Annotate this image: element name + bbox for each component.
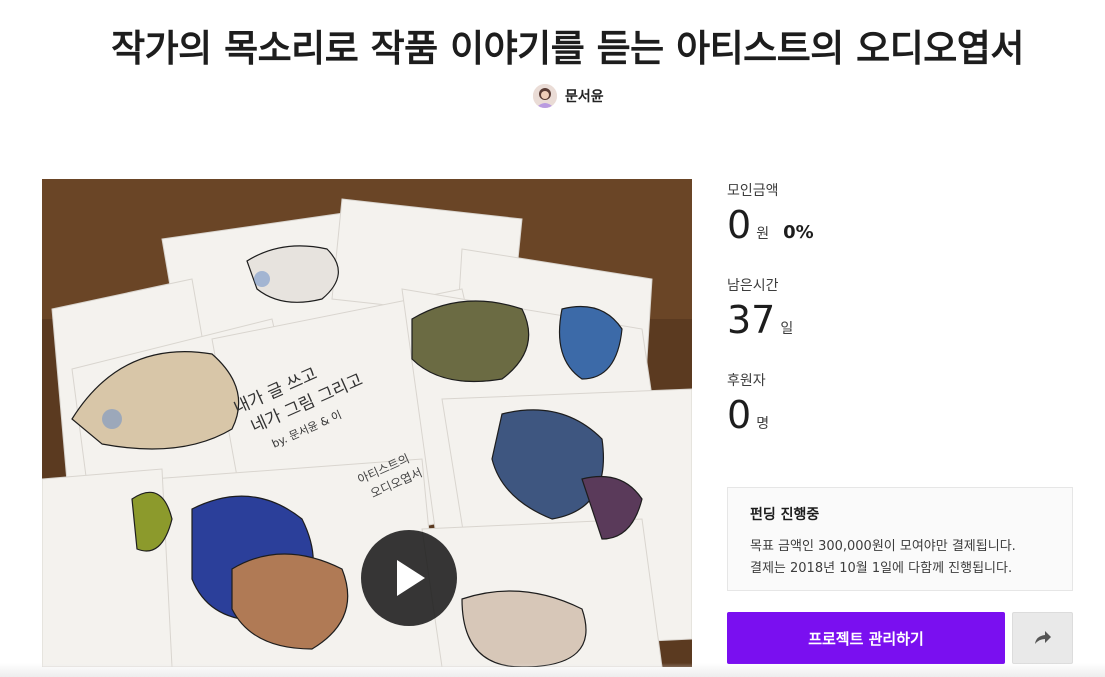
- time-label: 남은시간: [727, 278, 779, 294]
- time-stat: 남은시간 37 일: [727, 275, 1073, 370]
- time-unit: 일: [780, 321, 794, 337]
- creator-info[interactable]: 문서윤: [533, 84, 604, 108]
- backers-value: 0: [727, 393, 752, 437]
- share-button[interactable]: [1012, 612, 1073, 664]
- notice-line-payment: 결제는 2018년 10월 1일에 다함께 진행됩니다.: [750, 561, 1013, 576]
- amount-percent: 0%: [783, 222, 814, 243]
- share-icon: [1034, 631, 1051, 644]
- amount-label: 모인금액: [727, 183, 779, 199]
- creator-avatar[interactable]: [533, 84, 557, 108]
- notice-line-goal: 목표 금액인 300,000원이 모여야만 결제됩니다.: [750, 539, 1016, 554]
- manage-project-button[interactable]: 프로젝트 관리하기: [727, 612, 1005, 664]
- backers-label: 후원자: [727, 373, 766, 389]
- amount-unit: 원: [756, 226, 770, 242]
- video-player[interactable]: 내가 글 쓰고 네가 그림 그리고 by. 문서윤 & 이 아티스트의 오디오엽…: [42, 179, 692, 667]
- play-icon: [397, 560, 425, 596]
- play-button[interactable]: [361, 530, 457, 626]
- funding-stats: 모인금액 0 원 0% 남은시간 37 일 후원자 0 명: [727, 180, 1073, 465]
- backers-stat: 후원자 0 명: [727, 370, 1073, 465]
- creator-name[interactable]: 문서윤: [565, 86, 604, 106]
- avatar-image: [533, 84, 557, 108]
- project-title: 작가의 목소리로 작품 이야기를 듣는 아티스트의 오디오엽서: [111, 27, 1024, 70]
- funding-notice: 펀딩 진행중 목표 금액인 300,000원이 모여야만 결제됩니다. 결제는 …: [727, 487, 1073, 591]
- time-value: 37: [727, 298, 776, 342]
- bottom-divider: [0, 663, 1105, 677]
- backers-unit: 명: [756, 416, 770, 432]
- amount-value: 0: [727, 203, 752, 247]
- amount-stat: 모인금액 0 원 0%: [727, 180, 1073, 275]
- notice-title: 펀딩 진행중: [750, 507, 820, 523]
